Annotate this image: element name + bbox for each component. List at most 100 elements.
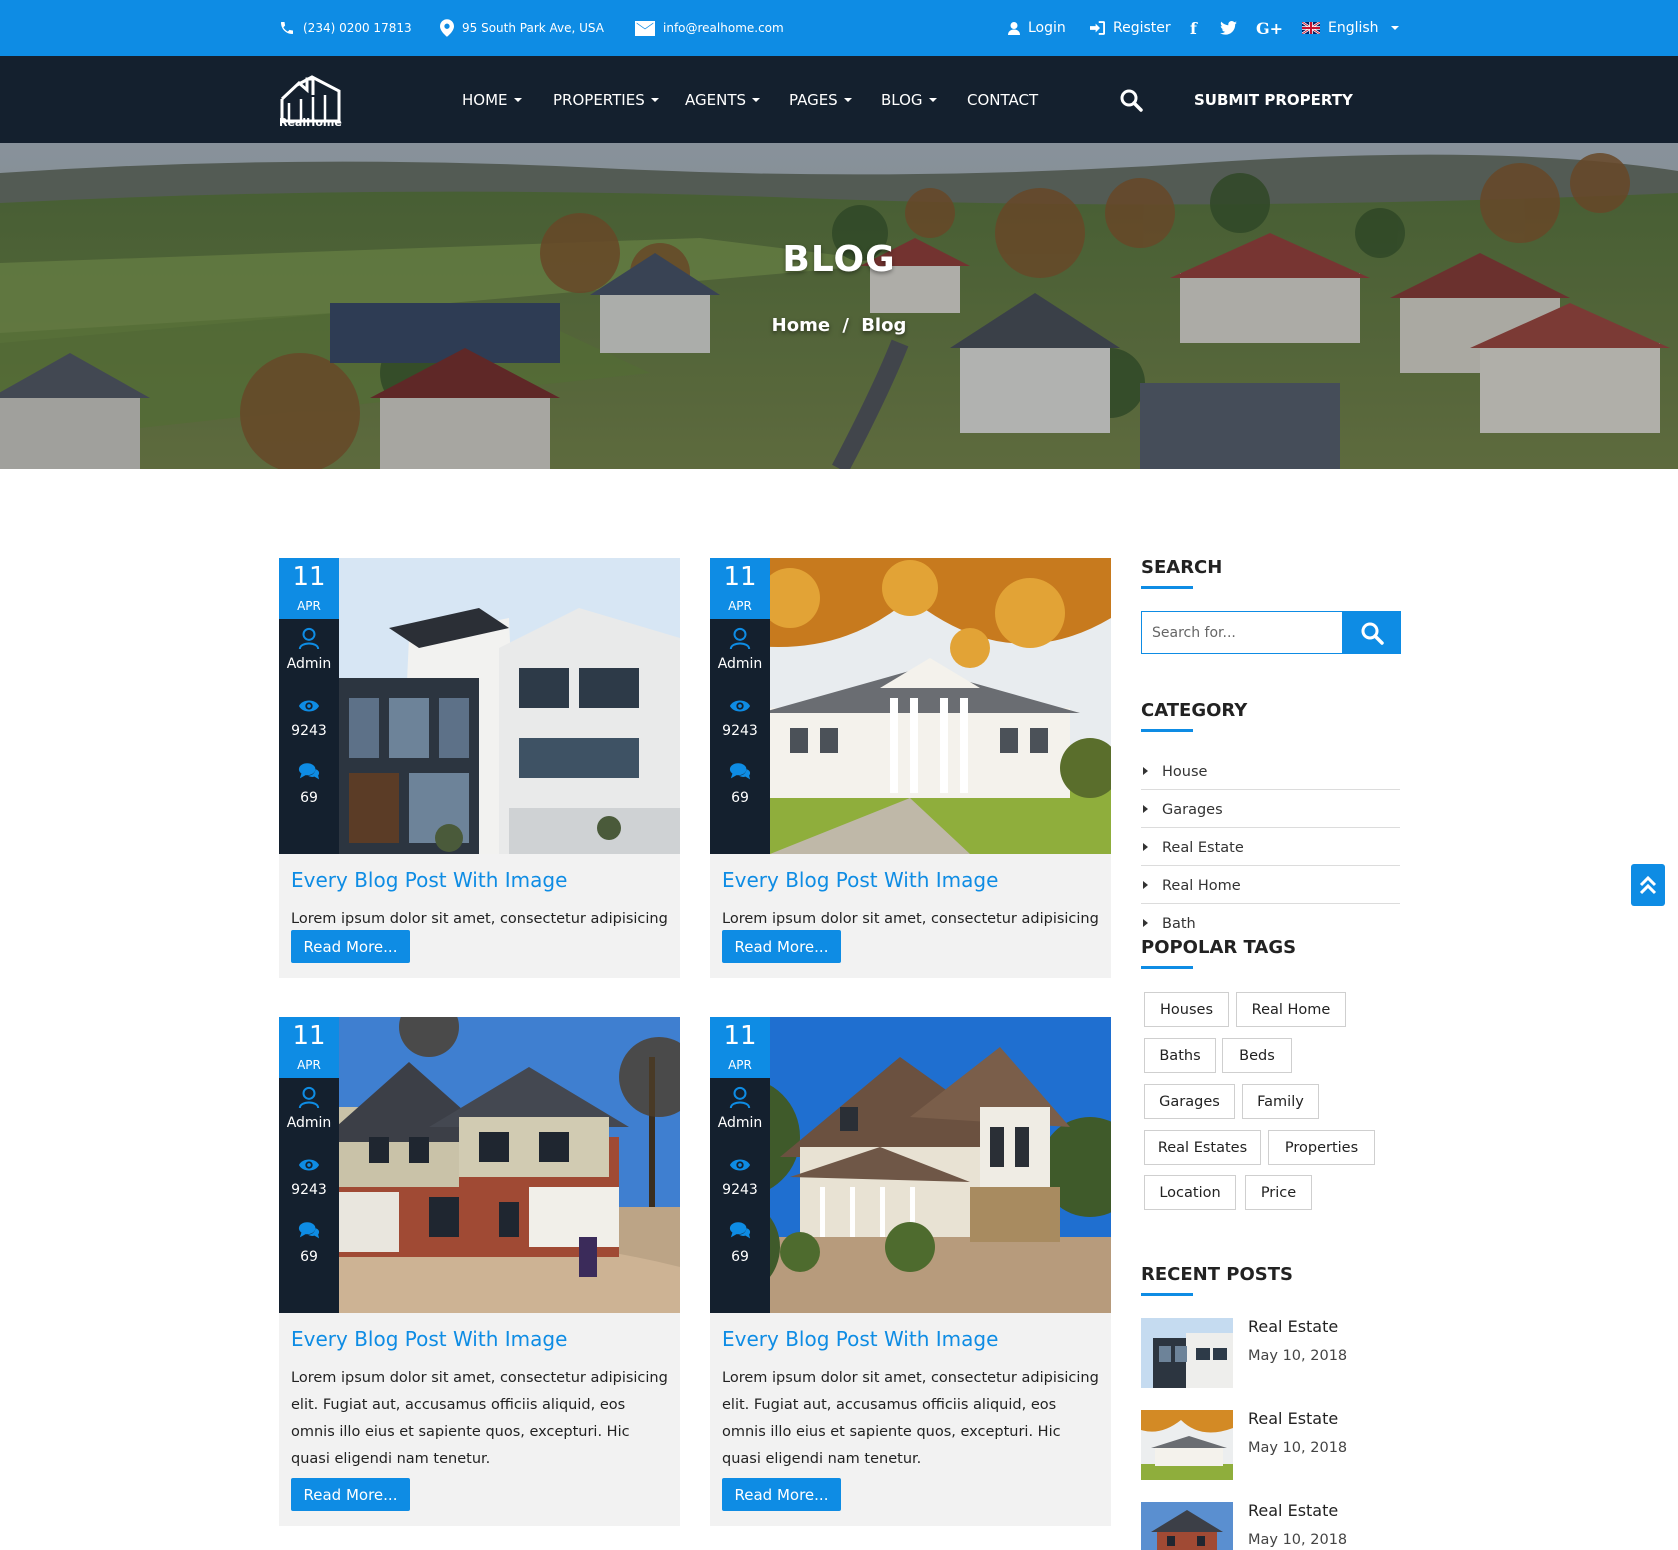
post-author[interactable]: Admin [279, 1115, 339, 1131]
nav-agents-label: AGENTS [685, 90, 747, 109]
post-meta-column: 11 APR Admin 9243 69 [710, 1017, 770, 1313]
colonial-house-image [710, 558, 1111, 854]
category-item-bath[interactable]: Bath [1141, 904, 1400, 928]
recent-post-thumbnail[interactable] [1141, 1502, 1233, 1550]
email-contact[interactable]: info@realhome.com [635, 0, 784, 56]
nav-agents[interactable]: AGENTS [685, 56, 761, 143]
nav-blog[interactable]: BLOG [881, 56, 937, 143]
tag-properties[interactable]: Properties [1268, 1130, 1375, 1165]
user-icon [729, 1086, 751, 1108]
post-author[interactable]: Admin [710, 656, 770, 672]
post-views: 9243 [722, 1182, 758, 1198]
category-item-house[interactable]: House [1141, 752, 1400, 790]
post-day: 11 [292, 1021, 326, 1051]
recent-post-title[interactable]: Real Estate [1248, 1317, 1338, 1336]
blog-card: 11 APR Admin 9243 69 Every Blog Post Wit… [279, 558, 680, 978]
nav-pages[interactable]: PAGES [789, 56, 852, 143]
post-views: 9243 [722, 723, 758, 739]
nav-blog-label: BLOG [881, 90, 923, 109]
chevron-down-icon [928, 97, 937, 102]
nav-properties-label: PROPERTIES [553, 90, 645, 109]
tag-real-home[interactable]: Real Home [1236, 992, 1346, 1027]
caret-right-icon [1143, 805, 1148, 813]
address-text: 95 South Park Ave, USA [462, 21, 604, 35]
phone-text: (234) 0200 17813 [303, 21, 412, 35]
post-image[interactable] [710, 1017, 1111, 1313]
post-day: 11 [723, 562, 757, 592]
user-icon [729, 627, 751, 649]
recent-post-thumbnail[interactable] [1141, 1318, 1233, 1388]
post-image[interactable] [279, 558, 680, 854]
post-author[interactable]: Admin [279, 656, 339, 672]
category-item-real-estate[interactable]: Real Estate [1141, 828, 1400, 866]
logo-wordmark: RealHome [279, 116, 342, 129]
nav-home[interactable]: HOME [462, 56, 522, 143]
caret-right-icon [1143, 881, 1148, 889]
tag-location[interactable]: Location [1144, 1175, 1236, 1210]
read-more-button[interactable]: Read More... [722, 930, 841, 963]
envelope-icon [635, 20, 655, 36]
caret-right-icon [1143, 843, 1148, 851]
tag-family[interactable]: Family [1242, 1084, 1319, 1119]
user-icon [1008, 21, 1020, 35]
read-more-button[interactable]: Read More... [291, 930, 410, 963]
breadcrumb-current: Blog [861, 315, 907, 336]
comments-icon [729, 763, 751, 780]
facebook-link[interactable]: f [1190, 0, 1197, 56]
post-date-badge: 11 APR [710, 558, 770, 619]
tag-beds[interactable]: Beds [1222, 1038, 1292, 1073]
post-excerpt: Lorem ipsum dolor sit amet, consectetur … [291, 911, 668, 927]
post-title[interactable]: Every Blog Post With Image [722, 1327, 998, 1351]
category-list: House Garages Real Estate Real Home Bath [1141, 752, 1400, 928]
google-plus-link[interactable]: G+ [1256, 0, 1283, 56]
register-link[interactable]: Register [1090, 0, 1171, 56]
tag-price[interactable]: Price [1245, 1175, 1312, 1210]
colonial-house-thumb [1141, 1410, 1233, 1480]
read-more-button[interactable]: Read More... [722, 1478, 841, 1511]
recent-post-title[interactable]: Real Estate [1248, 1501, 1338, 1520]
post-excerpt: Lorem ipsum dolor sit amet, consectetur … [291, 1370, 668, 1467]
read-more-button[interactable]: Read More... [291, 1478, 410, 1511]
twitter-link[interactable] [1220, 0, 1237, 56]
search-icon[interactable] [1119, 88, 1143, 112]
post-day: 11 [292, 562, 326, 592]
tag-baths[interactable]: Baths [1144, 1038, 1216, 1073]
nav-properties[interactable]: PROPERTIES [553, 56, 659, 143]
recent-post-thumbnail[interactable] [1141, 1410, 1233, 1480]
submit-property-button[interactable]: SUBMIT PROPERTY [1194, 56, 1353, 143]
chevron-down-icon [513, 97, 522, 102]
post-excerpt: Lorem ipsum dolor sit amet, consectetur … [722, 911, 1099, 927]
eye-icon [729, 700, 751, 712]
category-item-real-home[interactable]: Real Home [1141, 866, 1400, 904]
nav-contact[interactable]: CONTACT [967, 56, 1038, 143]
recent-post-title[interactable]: Real Estate [1248, 1409, 1338, 1428]
comments-icon [298, 1222, 320, 1239]
post-title[interactable]: Every Blog Post With Image [722, 868, 998, 892]
back-to-top-button[interactable] [1631, 864, 1665, 906]
post-comments: 69 [300, 790, 318, 806]
language-selector[interactable]: English [1302, 0, 1399, 56]
modern-house-thumb [1141, 1318, 1233, 1388]
main-navbar: RealHome HOME PROPERTIES AGENTS PAGES BL… [0, 56, 1678, 143]
page-hero-banner: BLOG Home / Blog [0, 143, 1678, 469]
top-contact-bar: (234) 0200 17813 95 South Park Ave, USA … [0, 0, 1678, 56]
post-image[interactable] [279, 1017, 680, 1313]
login-link[interactable]: Login [1008, 0, 1066, 56]
tag-real-estates[interactable]: Real Estates [1144, 1130, 1261, 1165]
post-image[interactable] [710, 558, 1111, 854]
breadcrumb-home[interactable]: Home [772, 315, 830, 336]
category-label: Real Home [1162, 878, 1241, 894]
caret-right-icon [1143, 919, 1148, 927]
post-title[interactable]: Every Blog Post With Image [291, 1327, 567, 1351]
post-month: APR [297, 599, 321, 613]
post-comments: 69 [731, 790, 749, 806]
tag-garages[interactable]: Garages [1144, 1084, 1235, 1119]
post-title[interactable]: Every Blog Post With Image [291, 868, 567, 892]
search-button[interactable] [1342, 611, 1401, 654]
category-item-garages[interactable]: Garages [1141, 790, 1400, 828]
tags-heading: POPOLAR TAGS [1141, 937, 1297, 958]
post-author[interactable]: Admin [710, 1115, 770, 1131]
tag-houses[interactable]: Houses [1144, 992, 1229, 1027]
post-date-badge: 11 APR [710, 1017, 770, 1078]
search-input[interactable] [1142, 612, 1341, 653]
